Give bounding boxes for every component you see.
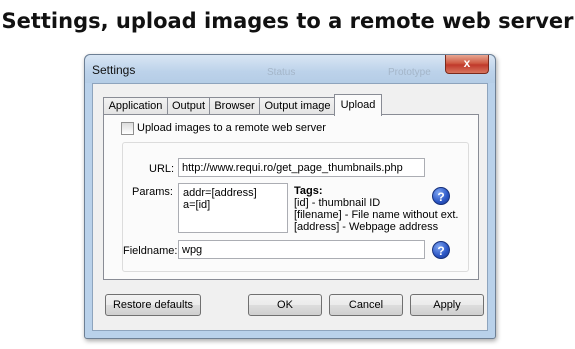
background-status-text: Status — [267, 67, 296, 78]
title-bar[interactable]: Settings Status Prototype x — [85, 55, 495, 83]
params-line: a=[id] — [183, 199, 211, 211]
tab-upload[interactable]: Upload — [334, 94, 382, 116]
tab-application[interactable]: Application — [103, 97, 168, 115]
params-textarea[interactable]: addr=[address] a=[id] — [178, 183, 288, 233]
fieldname-input[interactable]: wpg — [178, 240, 425, 259]
fieldname-label: Fieldname: — [123, 245, 178, 257]
settings-window: Settings Status Prototype x Application … — [84, 54, 496, 339]
params-help-button[interactable]: ? — [432, 187, 450, 205]
tab-browser[interactable]: Browser — [209, 97, 260, 115]
upload-checkbox-label[interactable]: Upload images to a remote web server — [137, 122, 326, 134]
tab-output[interactable]: Output — [167, 97, 210, 115]
url-label: URL: — [149, 163, 175, 175]
restore-defaults-button[interactable]: Restore defaults — [105, 294, 201, 316]
dialog-client-area: Application Output Browser Output image … — [92, 83, 488, 331]
fieldname-help-button[interactable]: ? — [432, 241, 450, 259]
upload-settings-group: URL: http://www.requi.ro/get_page_thumbn… — [122, 142, 469, 272]
background-prototype-text: Prototype — [388, 67, 431, 78]
upload-tab-panel: Upload images to a remote web server URL… — [103, 114, 479, 280]
apply-button[interactable]: Apply — [410, 294, 484, 316]
tab-output-image[interactable]: Output image — [259, 97, 336, 115]
url-input[interactable]: http://www.requi.ro/get_page_thumbnails.… — [178, 158, 425, 177]
question-mark-icon: ? — [437, 190, 445, 204]
cancel-button[interactable]: Cancel — [329, 294, 403, 316]
tag-item: [filename] - File name without ext. — [294, 209, 459, 221]
tag-item: [address] - Webpage address — [294, 221, 439, 233]
upload-checkbox[interactable] — [121, 122, 134, 135]
window-title: Settings — [92, 63, 136, 77]
params-line: addr=[address] — [183, 187, 257, 199]
close-button[interactable]: x — [445, 55, 489, 74]
question-mark-icon: ? — [437, 244, 445, 258]
params-label: Params: — [132, 186, 173, 198]
close-icon: x — [463, 56, 471, 70]
page-heading: Settings, upload images to a remote web … — [1, 9, 574, 33]
ok-button[interactable]: OK — [248, 294, 322, 316]
